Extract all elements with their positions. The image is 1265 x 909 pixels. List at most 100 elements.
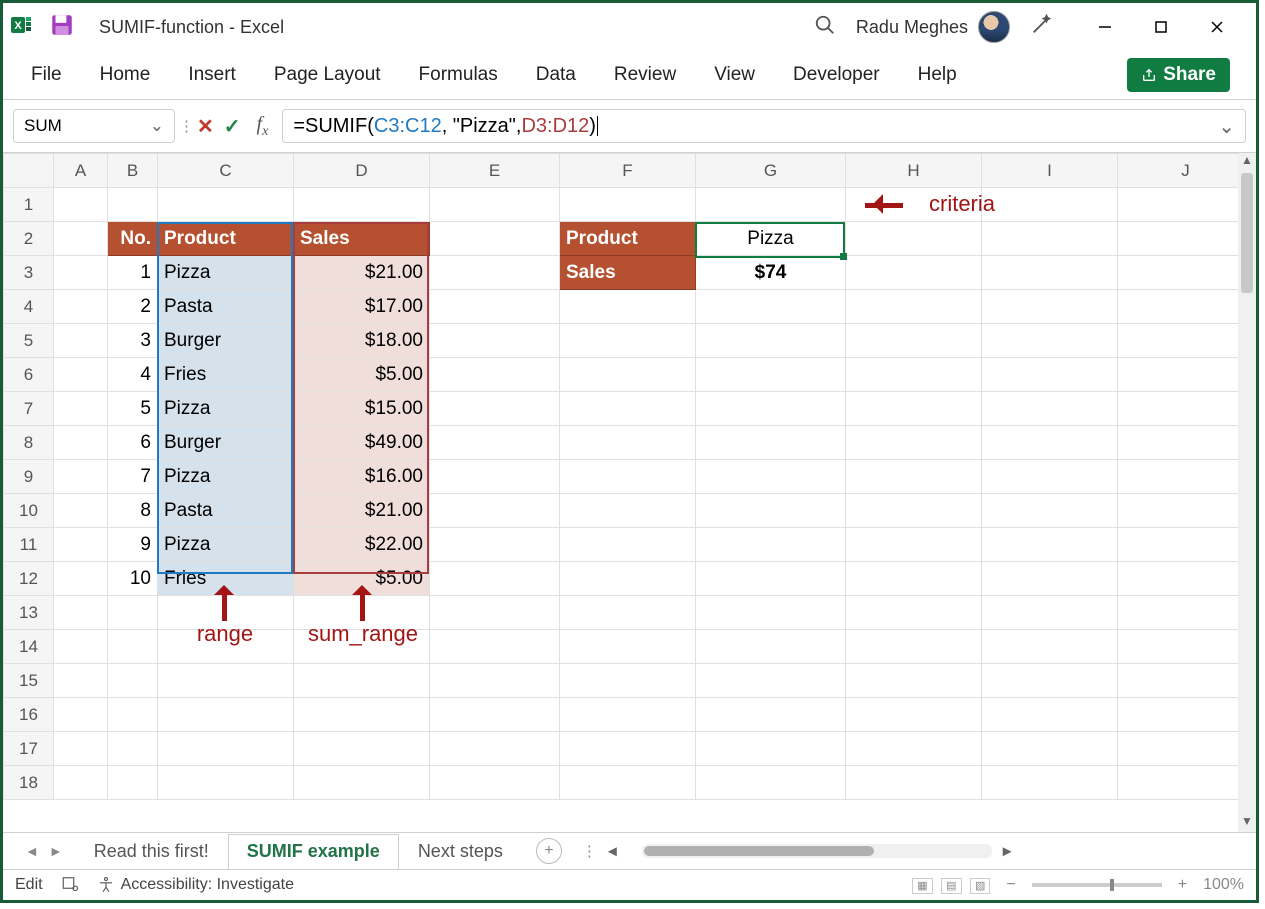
tab-insert[interactable]: Insert xyxy=(186,58,238,92)
cell-B16[interactable] xyxy=(108,698,158,732)
scroll-down-icon[interactable]: ▼ xyxy=(1241,814,1253,832)
cell-C1[interactable] xyxy=(158,188,294,222)
column-header-D[interactable]: D xyxy=(294,154,430,188)
macro-record-icon[interactable] xyxy=(61,874,79,897)
cell-J12[interactable] xyxy=(1118,562,1254,596)
tab-help[interactable]: Help xyxy=(916,58,959,92)
cell-A6[interactable] xyxy=(54,358,108,392)
cell-J13[interactable] xyxy=(1118,596,1254,630)
cell-H11[interactable] xyxy=(846,528,982,562)
minimize-button[interactable] xyxy=(1090,12,1120,42)
cell-J14[interactable] xyxy=(1118,630,1254,664)
cell-D9[interactable]: $16.00 xyxy=(294,460,430,494)
column-header-B[interactable]: B xyxy=(108,154,158,188)
cell-B4[interactable]: 2 xyxy=(108,290,158,324)
cell-C8[interactable]: Burger xyxy=(158,426,294,460)
cell-J9[interactable] xyxy=(1118,460,1254,494)
cell-J2[interactable] xyxy=(1118,222,1254,256)
cell-I3[interactable] xyxy=(982,256,1118,290)
cell-H3[interactable] xyxy=(846,256,982,290)
cell-A11[interactable] xyxy=(54,528,108,562)
maximize-button[interactable] xyxy=(1146,12,1176,42)
cell-C11[interactable]: Pizza xyxy=(158,528,294,562)
cell-B6[interactable]: 4 xyxy=(108,358,158,392)
cell-F4[interactable] xyxy=(560,290,696,324)
cell-E10[interactable] xyxy=(430,494,560,528)
cell-A12[interactable] xyxy=(54,562,108,596)
row-header-11[interactable]: 11 xyxy=(4,528,54,562)
cell-D17[interactable] xyxy=(294,732,430,766)
cell-E8[interactable] xyxy=(430,426,560,460)
cell-G18[interactable] xyxy=(696,766,846,800)
cell-E1[interactable] xyxy=(430,188,560,222)
cell-C15[interactable] xyxy=(158,664,294,698)
cell-E4[interactable] xyxy=(430,290,560,324)
cell-C3[interactable]: Pizza xyxy=(158,256,294,290)
cell-E2[interactable] xyxy=(430,222,560,256)
cell-G6[interactable] xyxy=(696,358,846,392)
row-header-13[interactable]: 13 xyxy=(4,596,54,630)
row-header-12[interactable]: 12 xyxy=(4,562,54,596)
magic-icon[interactable] xyxy=(1030,14,1052,40)
row-header-16[interactable]: 16 xyxy=(4,698,54,732)
spreadsheet-grid[interactable]: ABCDEFGHIJ12No.ProductSalesProductPizza3… xyxy=(3,152,1256,832)
row-header-5[interactable]: 5 xyxy=(4,324,54,358)
select-all-corner[interactable] xyxy=(4,154,54,188)
cell-F18[interactable] xyxy=(560,766,696,800)
cell-E12[interactable] xyxy=(430,562,560,596)
cell-B13[interactable] xyxy=(108,596,158,630)
name-box[interactable]: SUM⌄ xyxy=(13,109,175,143)
cell-B9[interactable]: 7 xyxy=(108,460,158,494)
cell-D16[interactable] xyxy=(294,698,430,732)
page-break-view-icon[interactable]: ▧ xyxy=(970,878,990,894)
zoom-out-button[interactable]: − xyxy=(1006,876,1015,894)
cell-J15[interactable] xyxy=(1118,664,1254,698)
cell-J4[interactable] xyxy=(1118,290,1254,324)
cell-C18[interactable] xyxy=(158,766,294,800)
cell-J17[interactable] xyxy=(1118,732,1254,766)
sheet-tab-0[interactable]: Read this first! xyxy=(75,834,228,868)
cell-F11[interactable] xyxy=(560,528,696,562)
cell-E7[interactable] xyxy=(430,392,560,426)
cell-B5[interactable]: 3 xyxy=(108,324,158,358)
cell-A18[interactable] xyxy=(54,766,108,800)
share-button[interactable]: Share xyxy=(1127,58,1230,92)
add-sheet-button[interactable]: + xyxy=(536,838,562,864)
cell-B1[interactable] xyxy=(108,188,158,222)
cell-A9[interactable] xyxy=(54,460,108,494)
zoom-level[interactable]: 100% xyxy=(1203,876,1244,894)
cell-J5[interactable] xyxy=(1118,324,1254,358)
scroll-up-icon[interactable]: ▲ xyxy=(1241,153,1253,171)
column-header-C[interactable]: C xyxy=(158,154,294,188)
cell-D15[interactable] xyxy=(294,664,430,698)
cell-G2[interactable]: Pizza xyxy=(696,222,846,256)
cell-D11[interactable]: $22.00 xyxy=(294,528,430,562)
cell-A3[interactable] xyxy=(54,256,108,290)
row-header-6[interactable]: 6 xyxy=(4,358,54,392)
cell-C16[interactable] xyxy=(158,698,294,732)
formula-input[interactable]: =SUMIF(C3:C12, "Pizza", D3:D12) ⌄ xyxy=(282,109,1246,143)
sheet-prev-icon[interactable]: ◄ xyxy=(25,843,39,859)
cell-F15[interactable] xyxy=(560,664,696,698)
cell-G5[interactable] xyxy=(696,324,846,358)
row-header-10[interactable]: 10 xyxy=(4,494,54,528)
cell-B14[interactable] xyxy=(108,630,158,664)
cell-B12[interactable]: 10 xyxy=(108,562,158,596)
cell-I17[interactable] xyxy=(982,732,1118,766)
cell-E3[interactable] xyxy=(430,256,560,290)
tab-pagelayout[interactable]: Page Layout xyxy=(272,58,383,92)
cell-H4[interactable] xyxy=(846,290,982,324)
cell-J1[interactable] xyxy=(1118,188,1254,222)
zoom-slider[interactable] xyxy=(1032,883,1162,887)
cell-E11[interactable] xyxy=(430,528,560,562)
cell-A17[interactable] xyxy=(54,732,108,766)
column-header-I[interactable]: I xyxy=(982,154,1118,188)
cell-A10[interactable] xyxy=(54,494,108,528)
column-header-J[interactable]: J xyxy=(1118,154,1254,188)
cell-F3[interactable]: Sales xyxy=(560,256,696,290)
cell-J3[interactable] xyxy=(1118,256,1254,290)
save-icon[interactable] xyxy=(49,12,75,42)
cell-D14[interactable] xyxy=(294,630,430,664)
cell-D1[interactable] xyxy=(294,188,430,222)
cell-C4[interactable]: Pasta xyxy=(158,290,294,324)
